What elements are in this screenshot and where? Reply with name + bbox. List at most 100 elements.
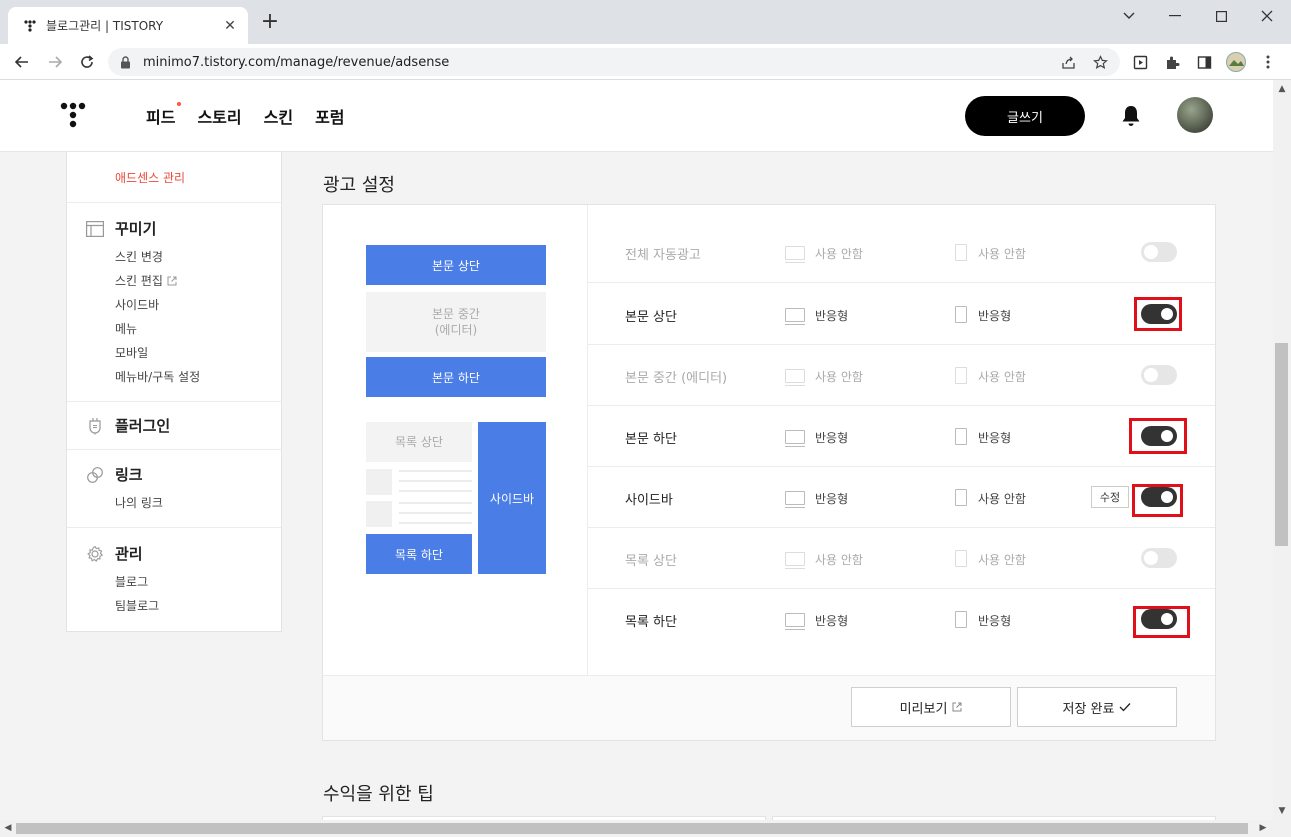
sidebar-group-manage[interactable]: 관리 — [85, 543, 143, 564]
mobile-setting[interactable]: 사용 안함 — [978, 490, 1026, 507]
preview-body-middle-line1: 본문 중간 — [432, 307, 480, 321]
browser-menu-icon[interactable] — [1256, 50, 1280, 74]
sidebar-group-decorate[interactable]: 꾸미기 — [85, 218, 156, 239]
preview-body-middle: 본문 중간 (에디터) — [366, 292, 546, 352]
link-icon — [85, 465, 105, 485]
pc-setting[interactable]: 사용 안함 — [815, 368, 863, 385]
tistory-logo-icon[interactable] — [58, 100, 88, 130]
admin-sidebar: 애드센스 관리 꾸미기 스킨 변경 스킨 편집 사이드바 메뉴 모바일 메뉴바/… — [66, 152, 282, 632]
mobile-setting[interactable]: 반응형 — [978, 429, 1011, 446]
preview-list-thumb — [366, 469, 392, 495]
sidebar-item-mobile[interactable]: 모바일 — [115, 344, 148, 361]
menu-forum[interactable]: 포럼 — [315, 104, 344, 128]
pc-setting[interactable]: 반응형 — [815, 612, 848, 629]
tab-search-icon[interactable] — [1106, 4, 1152, 28]
url-field[interactable]: minimo7.tistory.com/manage/revenue/adsen… — [108, 48, 1120, 76]
ad-toggle[interactable] — [1141, 548, 1177, 568]
ad-toggle[interactable] — [1141, 242, 1177, 262]
sidebar-item-blog[interactable]: 블로그 — [115, 573, 148, 590]
sidebar-group-link[interactable]: 링크 — [85, 464, 143, 485]
pc-setting[interactable]: 반응형 — [815, 490, 848, 507]
address-bar-row: minimo7.tistory.com/manage/revenue/adsen… — [0, 44, 1291, 80]
sidebar-group-plugin-label: 플러그인 — [115, 417, 171, 435]
media-extension-icon[interactable] — [1128, 50, 1152, 74]
sidebar-group-decorate-label: 꾸미기 — [115, 220, 157, 238]
pc-setting[interactable]: 사용 안함 — [815, 551, 863, 568]
sidebar-group-plugin[interactable]: 플러그인 — [85, 415, 170, 436]
sidebar-item-skin-change[interactable]: 스킨 변경 — [115, 248, 163, 265]
preview-list-line — [399, 480, 472, 482]
tips-title: 수익을 위한 팁 — [323, 784, 434, 805]
vertical-scroll-thumb[interactable] — [1275, 343, 1288, 546]
forward-arrow-icon[interactable] — [43, 50, 67, 74]
mobile-setting[interactable]: 반응형 — [978, 612, 1011, 629]
scroll-right-arrow-icon[interactable]: ▶ — [1258, 823, 1268, 833]
ad-toggle[interactable] — [1141, 365, 1177, 385]
sidebar-divider — [67, 449, 281, 450]
scroll-down-arrow-icon[interactable]: ▼ — [1277, 806, 1287, 816]
window-close-icon[interactable] — [1244, 4, 1290, 28]
mobile-setting[interactable]: 반응형 — [978, 307, 1011, 324]
preview-button[interactable]: 미리보기 — [851, 687, 1011, 727]
horizontal-scroll-thumb[interactable] — [16, 823, 1248, 834]
side-panel-icon[interactable] — [1192, 50, 1216, 74]
ad-row-label: 전체 자동광고 — [625, 248, 701, 263]
ad-row-label: 본문 중간 (에디터) — [625, 371, 728, 386]
minimize-icon[interactable] — [1152, 4, 1198, 28]
sidebar-divider — [67, 401, 281, 402]
edit-button[interactable]: 수정 — [1091, 486, 1129, 508]
sidebar-item-skin-edit[interactable]: 스킨 편집 — [115, 272, 177, 289]
menu-story[interactable]: 스토리 — [197, 104, 241, 128]
tab-close-icon[interactable]: ✕ — [222, 18, 238, 34]
pc-setting[interactable]: 반응형 — [815, 429, 848, 446]
sidebar-item-sidebar[interactable]: 사이드바 — [115, 296, 159, 313]
new-tab-button[interactable]: + — [259, 11, 281, 34]
sidebar-item-menubar-settings[interactable]: 메뉴바/구독 설정 — [115, 368, 200, 385]
sidebar-item-adsense[interactable]: 애드센스 관리 — [115, 169, 185, 186]
share-icon[interactable] — [1056, 50, 1080, 74]
ad-settings-panel: 본문 상단 본문 중간 (에디터) 본문 하단 목록 상단 목록 하단 사이드바… — [322, 204, 1216, 741]
bookmark-star-icon[interactable] — [1088, 50, 1112, 74]
ad-row-list-bottom: 목록 하단 반응형 반응형 — [588, 589, 1215, 650]
horizontal-scrollbar[interactable]: ◀ ▶ — [0, 820, 1291, 837]
mobile-icon — [955, 244, 967, 261]
highlight-box — [1132, 484, 1183, 517]
back-arrow-icon[interactable] — [10, 50, 34, 74]
ad-row-label: 목록 상단 — [625, 554, 677, 569]
preview-sidebar: 사이드바 — [478, 422, 546, 574]
write-button[interactable]: 글쓰기 — [965, 96, 1085, 136]
sidebar-item-my-link[interactable]: 나의 링크 — [115, 494, 163, 511]
extensions-puzzle-icon[interactable] — [1160, 50, 1184, 74]
desktop-icon — [785, 491, 805, 508]
pc-setting[interactable]: 반응형 — [815, 307, 848, 324]
vertical-scrollbar[interactable]: ▲ ▼ — [1273, 80, 1291, 820]
save-button[interactable]: 저장 완료 — [1017, 687, 1177, 727]
menu-skin[interactable]: 스킨 — [264, 104, 293, 128]
preview-body-middle-line2: (에디터) — [434, 323, 478, 337]
desktop-icon — [785, 613, 805, 630]
highlight-box — [1134, 297, 1182, 331]
plugin-icon — [85, 416, 105, 436]
bell-icon[interactable] — [1120, 104, 1142, 128]
ad-row-body-top: 본문 상단 반응형 반응형 — [588, 284, 1215, 345]
user-avatar[interactable] — [1177, 97, 1213, 133]
scroll-up-arrow-icon[interactable]: ▲ — [1277, 84, 1287, 94]
sidebar-group-link-label: 링크 — [115, 466, 143, 484]
scroll-left-arrow-icon[interactable]: ◀ — [3, 823, 13, 833]
maximize-icon[interactable] — [1198, 4, 1244, 28]
browser-tab[interactable]: 블로그관리 | TISTORY ✕ — [8, 7, 248, 44]
mobile-setting[interactable]: 사용 안함 — [978, 551, 1026, 568]
menu-feed[interactable]: 피드 — [146, 102, 182, 128]
preview-button-label: 미리보기 — [899, 701, 948, 717]
sidebar-item-team-blog[interactable]: 팀블로그 — [115, 597, 159, 614]
mobile-setting[interactable]: 사용 안함 — [978, 368, 1026, 385]
profile-avatar-icon[interactable] — [1224, 50, 1248, 74]
pc-setting[interactable]: 사용 안함 — [815, 245, 863, 262]
gear-icon — [85, 544, 105, 564]
sidebar-item-menu[interactable]: 메뉴 — [115, 320, 137, 337]
ad-row-sidebar: 사이드바 반응형 사용 안함 수정 — [588, 467, 1215, 528]
mobile-setting[interactable]: 사용 안함 — [978, 245, 1026, 262]
reload-icon[interactable] — [75, 50, 99, 74]
preview-list-top: 목록 상단 — [366, 422, 472, 462]
ad-row-label: 목록 하단 — [625, 615, 677, 630]
